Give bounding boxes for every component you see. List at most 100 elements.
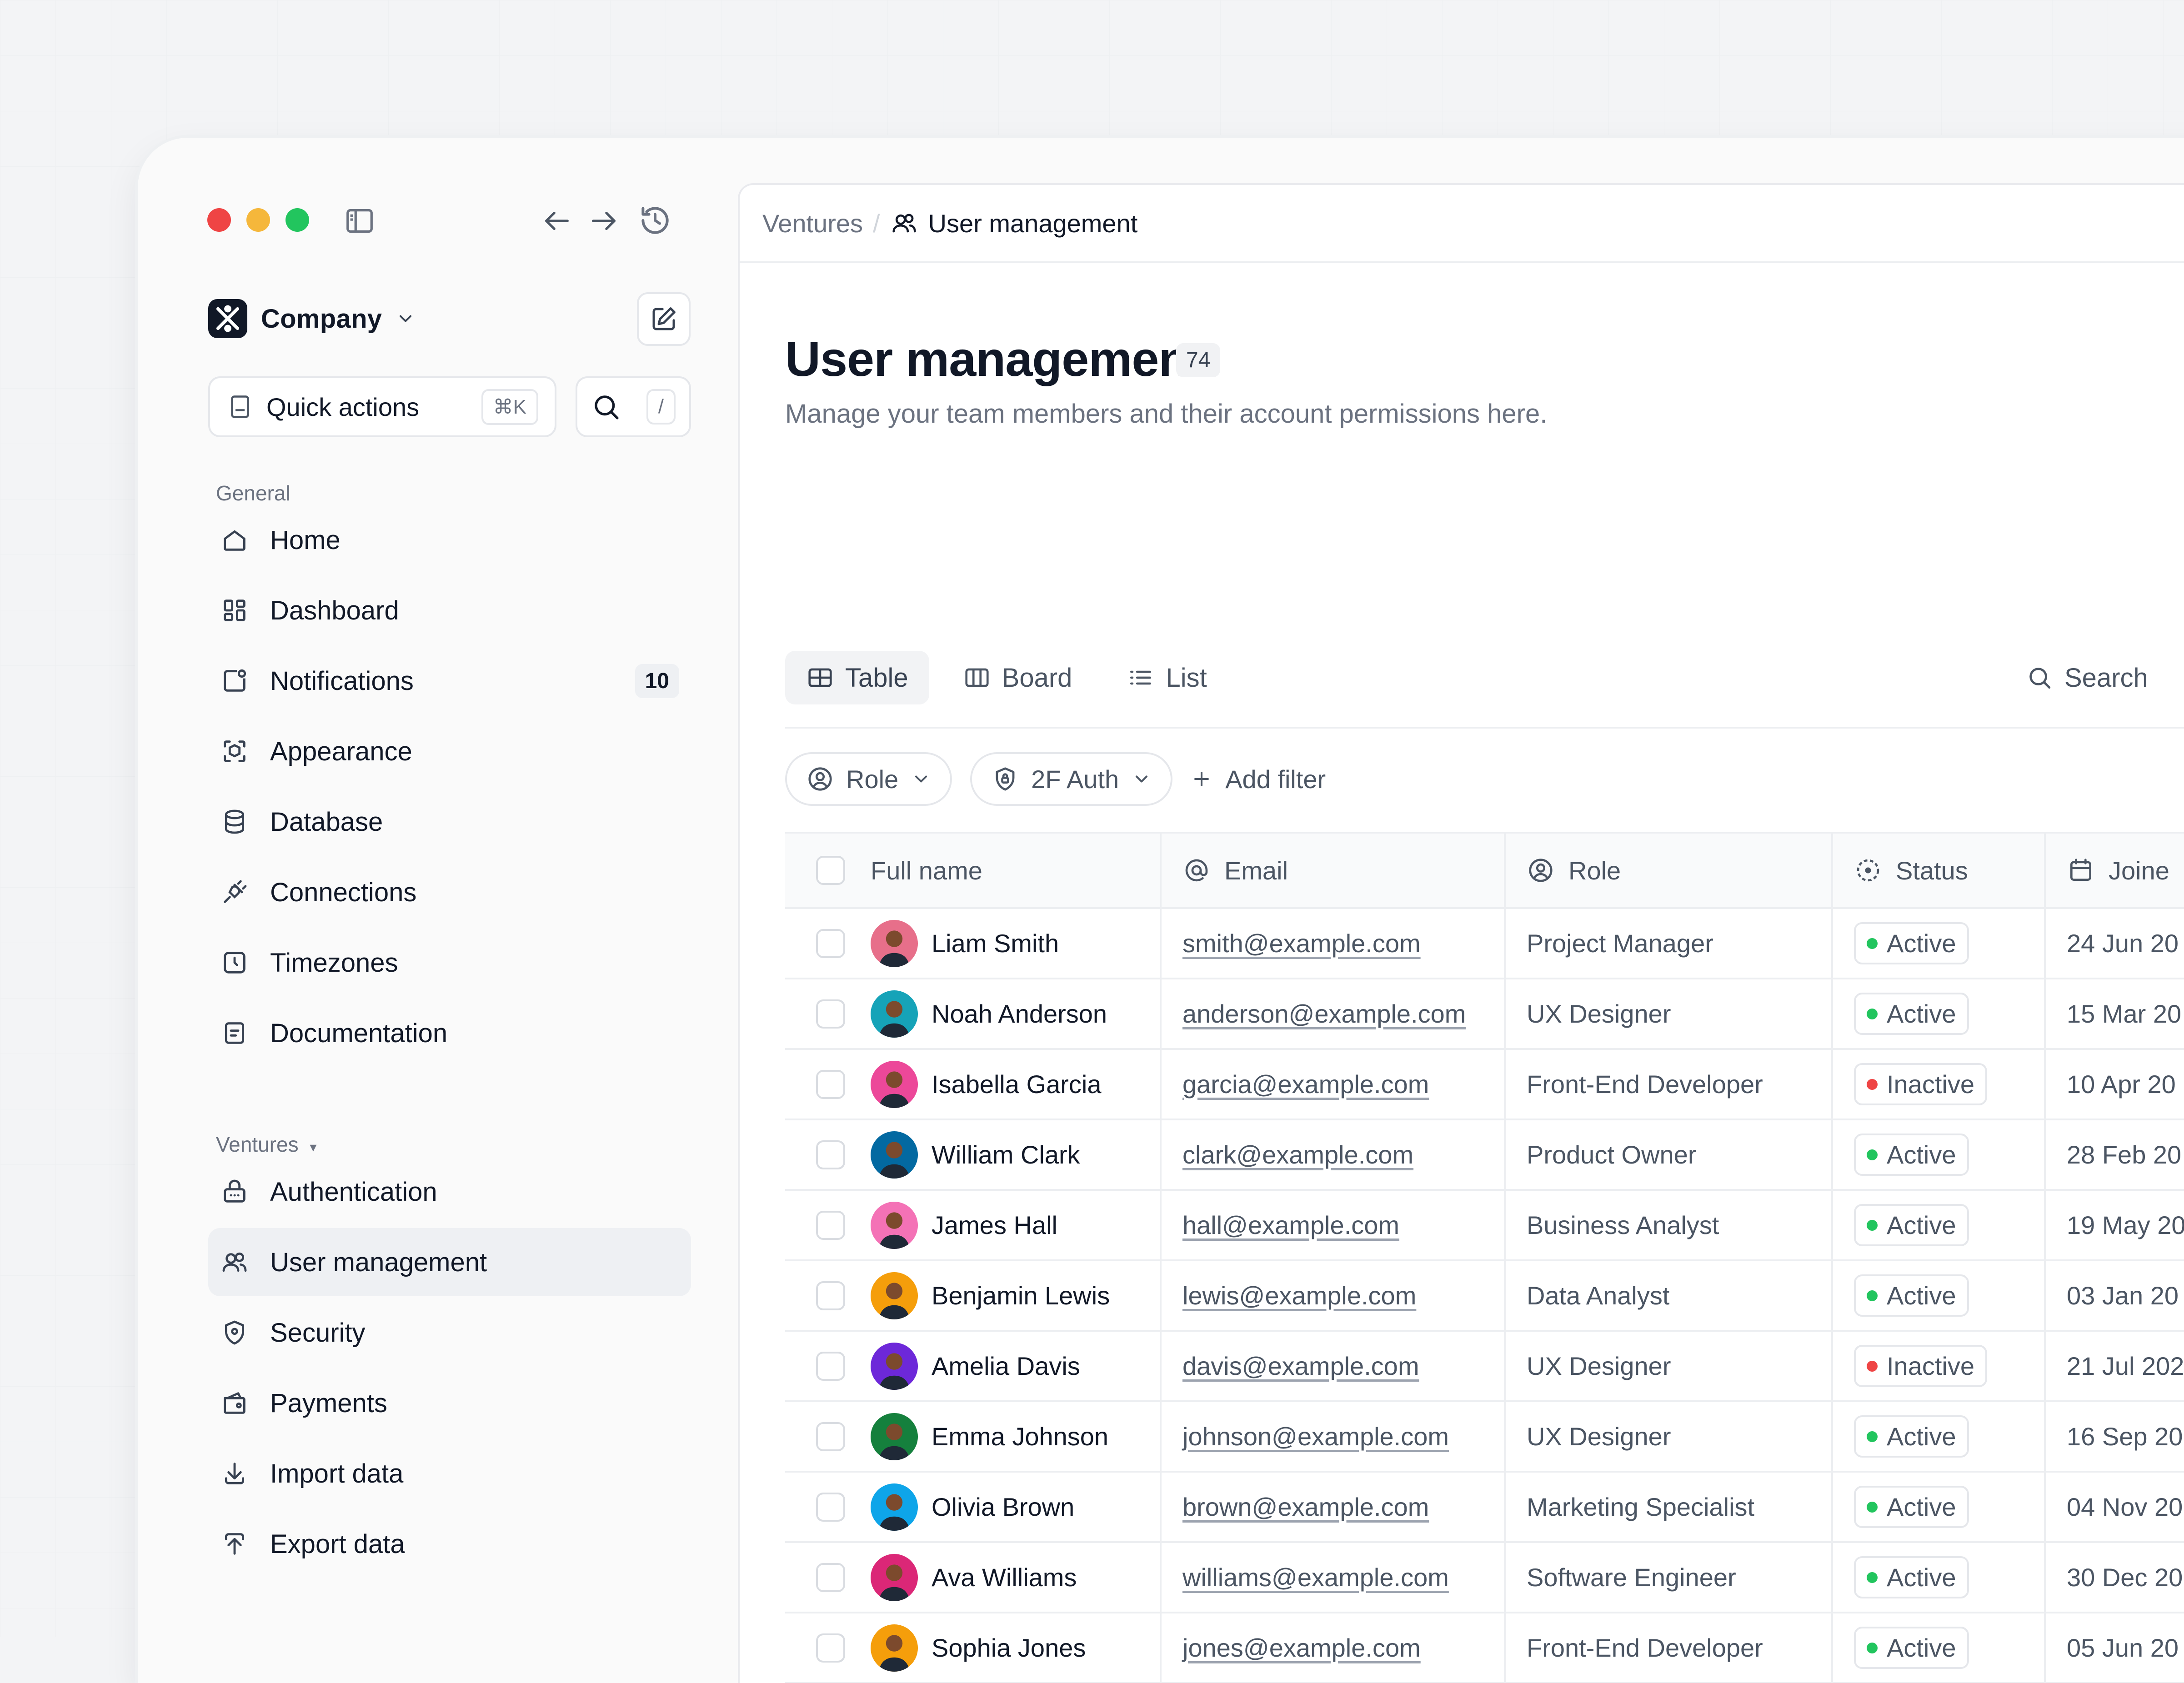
cell-role: UX Designer — [1506, 1332, 1833, 1400]
filter-bar: Role 2F Auth Add filter — [785, 752, 1326, 806]
sidebar-item-notifications[interactable]: Notifications 10 — [208, 647, 691, 715]
table-row[interactable]: Noah Anderson anderson@example.com UX De… — [785, 979, 2184, 1050]
status-label: Active — [1887, 1563, 1956, 1592]
sidebar-search-button[interactable]: / — [576, 376, 691, 437]
table-row[interactable]: Isabella Garcia garcia@example.com Front… — [785, 1050, 2184, 1120]
column-header-name[interactable]: Full name — [785, 834, 1162, 907]
select-all-checkbox[interactable] — [816, 856, 845, 885]
row-checkbox[interactable] — [816, 1210, 845, 1240]
cell-name: Liam Smith — [785, 909, 1162, 978]
cell-role: Project Manager — [1506, 909, 1833, 978]
status-label: Active — [1887, 1140, 1956, 1169]
joined-date: 10 Apr 20 — [2067, 1070, 2176, 1099]
cell-email: davis@example.com — [1162, 1332, 1506, 1400]
maximize-window-button[interactable] — [286, 208, 309, 232]
sidebar-item-dashboard[interactable]: Dashboard — [208, 576, 691, 644]
workspace-switcher[interactable]: Company — [208, 298, 416, 340]
joined-date: 05 Jun 20 — [2067, 1633, 2179, 1662]
sidebar-item-documentation[interactable]: Documentation — [208, 999, 691, 1067]
sidebar: Company Quick actions ⌘K / General Home … — [138, 138, 738, 1683]
forward-arrow-icon[interactable] — [588, 205, 620, 237]
sidebar-item-import-data[interactable]: Import data — [208, 1439, 691, 1508]
email-link[interactable]: williams@example.com — [1182, 1563, 1449, 1592]
close-window-button[interactable] — [207, 208, 231, 232]
row-checkbox[interactable] — [816, 999, 845, 1029]
row-checkbox[interactable] — [816, 1351, 845, 1381]
joined-date: 15 Mar 20 — [2067, 999, 2182, 1028]
quick-actions-button[interactable]: Quick actions ⌘K — [208, 376, 556, 437]
table-row[interactable]: Olivia Brown brown@example.com Marketing… — [785, 1473, 2184, 1543]
email-link[interactable]: davis@example.com — [1182, 1351, 1419, 1381]
sidebar-item-database[interactable]: Database — [208, 788, 691, 856]
column-header-role[interactable]: Role — [1506, 834, 1833, 907]
table-row[interactable]: James Hall hall@example.com Business Ana… — [785, 1191, 2184, 1261]
column-header-joined[interactable]: Joine — [2046, 834, 2184, 907]
auth-filter-chip[interactable]: 2F Auth — [970, 752, 1173, 806]
appearance-icon — [220, 737, 249, 766]
row-checkbox[interactable] — [816, 1140, 845, 1169]
sidebar-item-user-management[interactable]: User management — [208, 1228, 691, 1296]
table-row[interactable]: Emma Johnson johnson@example.com UX Desi… — [785, 1402, 2184, 1473]
email-link[interactable]: smith@example.com — [1182, 929, 1421, 958]
breadcrumb-parent[interactable]: Ventures — [762, 209, 863, 238]
tab-board[interactable]: Board — [942, 651, 1093, 704]
column-header-email[interactable]: Email — [1162, 834, 1506, 907]
email-link[interactable]: hall@example.com — [1182, 1210, 1399, 1240]
row-checkbox[interactable] — [816, 1633, 845, 1663]
joined-date: 03 Jan 20 — [2067, 1281, 2179, 1310]
role-filter-label: Role — [846, 764, 899, 794]
sidebar-item-label: Timezones — [270, 948, 398, 978]
table-row[interactable]: Amelia Davis davis@example.com UX Design… — [785, 1332, 2184, 1402]
row-checkbox[interactable] — [816, 1281, 845, 1310]
table-row[interactable]: Ava Williams williams@example.com Softwa… — [785, 1543, 2184, 1613]
row-checkbox[interactable] — [816, 1563, 845, 1592]
cell-name: William Clark — [785, 1120, 1162, 1189]
email-link[interactable]: garcia@example.com — [1182, 1069, 1429, 1099]
status-label: Active — [1887, 1211, 1956, 1239]
email-link[interactable]: jones@example.com — [1182, 1633, 1421, 1663]
cell-status: Active — [1833, 1120, 2046, 1189]
minimize-window-button[interactable] — [246, 208, 270, 232]
table-row[interactable]: Sophia Jones jones@example.com Front-End… — [785, 1613, 2184, 1683]
back-arrow-icon[interactable] — [541, 205, 573, 237]
section-label-ventures[interactable]: Ventures ▾ — [216, 1132, 316, 1157]
table-row[interactable]: William Clark clark@example.com Product … — [785, 1120, 2184, 1191]
email-link[interactable]: lewis@example.com — [1182, 1281, 1416, 1310]
sidebar-item-connections[interactable]: Connections — [208, 858, 691, 926]
add-filter-button[interactable]: Add filter — [1191, 764, 1326, 794]
sidebar-toggle-icon[interactable] — [344, 205, 376, 237]
cell-name: Benjamin Lewis — [785, 1261, 1162, 1330]
column-header-status[interactable]: Status — [1833, 834, 2046, 907]
sidebar-item-security[interactable]: Security — [208, 1298, 691, 1367]
status-label: Inactive — [1887, 1070, 1974, 1099]
tab-list[interactable]: List — [1106, 651, 1227, 704]
email-link[interactable]: brown@example.com — [1182, 1492, 1429, 1522]
email-link[interactable]: johnson@example.com — [1182, 1422, 1449, 1451]
sidebar-item-export-data[interactable]: Export data — [208, 1510, 691, 1578]
role-filter-chip[interactable]: Role — [785, 752, 952, 806]
sidebar-item-appearance[interactable]: Appearance — [208, 717, 691, 785]
status-dot — [1867, 1360, 1878, 1372]
row-checkbox[interactable] — [816, 1069, 845, 1099]
row-checkbox[interactable] — [816, 1492, 845, 1522]
table-search-button[interactable]: Search — [2026, 651, 2148, 704]
status-badge: Active — [1854, 1204, 1969, 1246]
sidebar-item-authentication[interactable]: Authentication — [208, 1158, 691, 1226]
cell-email: anderson@example.com — [1162, 979, 1506, 1048]
email-link[interactable]: anderson@example.com — [1182, 999, 1466, 1029]
row-checkbox[interactable] — [816, 929, 845, 958]
sidebar-item-home[interactable]: Home — [208, 506, 691, 574]
history-icon[interactable] — [637, 202, 673, 239]
sidebar-item-payments[interactable]: Payments — [208, 1369, 691, 1437]
row-checkbox[interactable] — [816, 1422, 845, 1451]
status-dot — [1867, 1642, 1878, 1653]
joined-date: 19 May 20 — [2067, 1211, 2184, 1239]
tab-table[interactable]: Table — [785, 651, 929, 704]
table-row[interactable]: Benjamin Lewis lewis@example.com Data An… — [785, 1261, 2184, 1332]
notification-icon — [220, 666, 249, 695]
compose-button[interactable] — [637, 292, 691, 346]
email-link[interactable]: clark@example.com — [1182, 1140, 1413, 1169]
sidebar-item-timezones[interactable]: Timezones — [208, 929, 691, 997]
table-icon — [806, 664, 834, 692]
table-row[interactable]: Liam Smith smith@example.com Project Man… — [785, 909, 2184, 979]
